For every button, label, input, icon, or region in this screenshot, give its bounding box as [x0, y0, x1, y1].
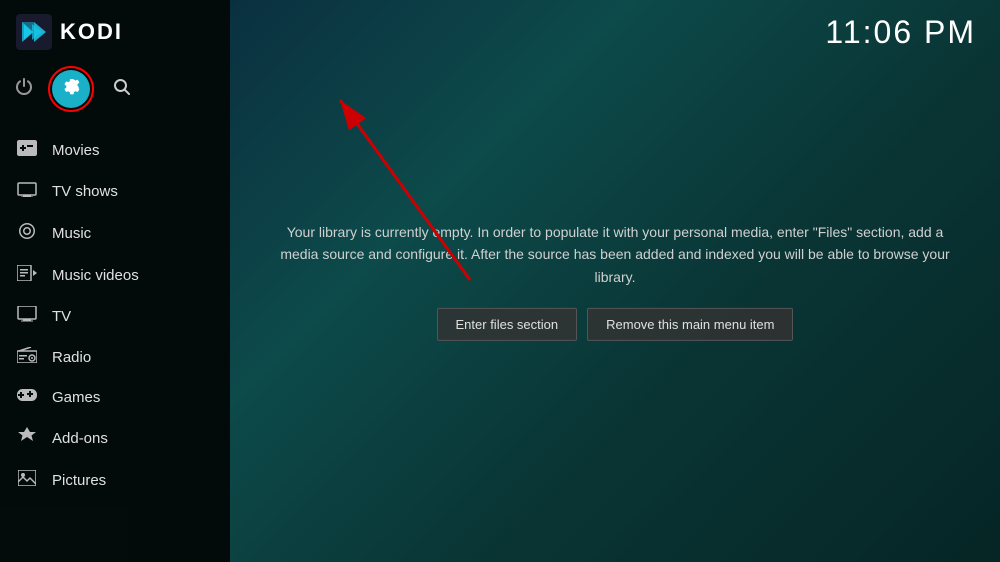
remove-menu-item-button[interactable]: Remove this main menu item: [587, 308, 793, 341]
sidebar-label-music-videos: Music videos: [52, 267, 139, 284]
sidebar-label-tv-shows: TV shows: [52, 183, 118, 200]
sidebar-item-movies[interactable]: Movies: [0, 130, 230, 171]
sidebar-label-add-ons: Add-ons: [52, 430, 108, 447]
enter-files-button[interactable]: Enter files section: [437, 308, 578, 341]
logo-area: KODI: [0, 0, 230, 60]
sidebar-item-pictures[interactable]: Pictures: [0, 460, 230, 501]
app-title: KODI: [60, 19, 123, 45]
info-panel: Your library is currently empty. In orde…: [275, 221, 955, 341]
sidebar-label-movies: Movies: [52, 142, 100, 159]
sidebar-label-radio: Radio: [52, 349, 91, 366]
tv-icon: [16, 306, 38, 327]
music-icon: [16, 222, 38, 245]
sidebar-item-radio[interactable]: Radio: [0, 337, 230, 378]
time-display: 11:06 PM: [825, 14, 976, 51]
info-buttons: Enter files section Remove this main men…: [275, 308, 955, 341]
search-button[interactable]: [112, 77, 132, 102]
sidebar-label-pictures: Pictures: [52, 472, 106, 489]
settings-button-wrapper[interactable]: [48, 66, 94, 112]
settings-button[interactable]: [52, 70, 90, 108]
sidebar: KODI: [0, 0, 230, 562]
main-content: 11:06 PM Your library is currently empty…: [230, 0, 1000, 562]
power-button[interactable]: [14, 77, 34, 102]
sidebar-label-games: Games: [52, 389, 100, 406]
sidebar-item-music[interactable]: Music: [0, 212, 230, 255]
sidebar-item-add-ons[interactable]: Add-ons: [0, 417, 230, 460]
movies-icon: [16, 140, 38, 161]
toolbar-area: [0, 60, 230, 126]
radio-icon: [16, 347, 38, 368]
kodi-logo-icon: [16, 14, 52, 50]
music-videos-icon: [16, 265, 38, 286]
sidebar-item-tv[interactable]: TV: [0, 296, 230, 337]
info-message: Your library is currently empty. In orde…: [275, 221, 955, 288]
sidebar-item-music-videos[interactable]: Music videos: [0, 255, 230, 296]
sidebar-label-music: Music: [52, 225, 91, 242]
sidebar-item-tv-shows[interactable]: TV shows: [0, 171, 230, 212]
games-icon: [16, 388, 38, 407]
app-container: KODI: [0, 0, 1000, 562]
tv-shows-icon: [16, 181, 38, 202]
sidebar-label-tv: TV: [52, 308, 71, 325]
pictures-icon: [16, 470, 38, 491]
add-ons-icon: [16, 427, 38, 450]
sidebar-nav: Movies TV shows Music Music videos: [0, 126, 230, 562]
sidebar-item-games[interactable]: Games: [0, 378, 230, 417]
